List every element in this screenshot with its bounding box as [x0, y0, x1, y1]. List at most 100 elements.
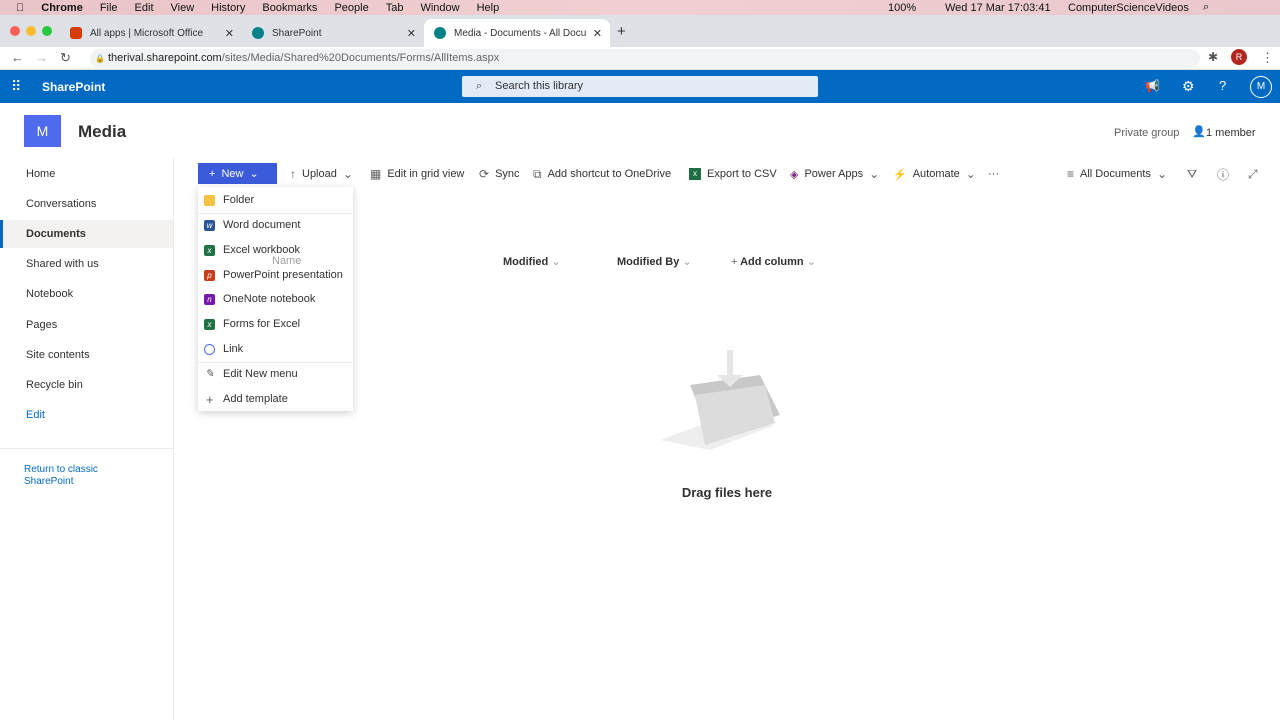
sharepoint-brand[interactable]: SharePoint: [42, 80, 105, 94]
user-avatar[interactable]: M: [1250, 76, 1272, 98]
menu-item-onenote[interactable]: n OneNote notebook: [198, 287, 353, 311]
export-csv-button[interactable]: x Export to CSV: [689, 166, 777, 182]
apple-icon[interactable]: : [16, 2, 24, 14]
modified-label: Modified: [503, 256, 549, 268]
tab-title: Media - Documents - All Docu: [454, 27, 587, 39]
expand-icon[interactable]: ⤢: [1248, 166, 1258, 182]
megaphone-icon[interactable]: 📢: [1145, 79, 1160, 93]
battery-status[interactable]: 100%: [888, 2, 916, 14]
modified-by-label: Modified By: [617, 256, 680, 268]
search-box[interactable]: ⌕ Search this library: [462, 76, 818, 97]
site-logo[interactable]: M: [24, 115, 61, 147]
tab-strip: All apps | Microsoft Office ✕ SharePoint ✕…: [0, 15, 1280, 47]
nav-pages[interactable]: Pages: [0, 311, 173, 339]
chevron-down-icon: ⌄: [249, 168, 259, 180]
edit-grid-button[interactable]: ▦ Edit in grid view: [370, 166, 464, 182]
globe-icon: [204, 343, 215, 355]
chevron-down-icon: ⌄: [869, 167, 880, 181]
view-selector[interactable]: ≡ All Documents ⌄: [1067, 166, 1167, 182]
column-modified-by[interactable]: Modified By ⌄: [617, 255, 692, 268]
automate-icon: ⚡: [893, 168, 907, 181]
info-icon[interactable]: ⓘ: [1217, 166, 1229, 182]
add-shortcut-button[interactable]: ⧉ Add shortcut to OneDrive: [533, 166, 671, 182]
back-button[interactable]: ←: [11, 50, 24, 65]
minimize-window-button[interactable]: [26, 26, 36, 36]
menu-label: OneNote notebook: [223, 293, 316, 305]
tab-sharepoint[interactable]: SharePoint ✕: [242, 19, 424, 47]
menu-view[interactable]: View: [171, 2, 195, 14]
close-tab-icon[interactable]: ✕: [407, 27, 416, 40]
new-button[interactable]: + New ⌄: [198, 163, 277, 184]
reload-button[interactable]: ↻: [60, 50, 71, 66]
zoom-window-button[interactable]: [42, 26, 52, 36]
nav-site-contents[interactable]: Site contents: [0, 341, 173, 369]
power-apps-button[interactable]: ◈ Power Apps ⌄: [790, 166, 879, 182]
nav-recycle-bin[interactable]: Recycle bin: [0, 371, 173, 399]
nav-home[interactable]: Home: [0, 160, 173, 188]
settings-icon[interactable]: ⚙: [1182, 78, 1195, 95]
menu-item-add-template[interactable]: + Add template: [198, 387, 353, 411]
chevron-down-icon: ⌄: [342, 167, 353, 181]
user-name[interactable]: ComputerScienceVideos: [1068, 2, 1189, 14]
add-column-label: Add column: [740, 256, 804, 268]
menu-window[interactable]: Window: [420, 2, 459, 14]
sync-icon: ⟳: [479, 167, 490, 181]
close-window-button[interactable]: [10, 26, 20, 36]
column-modified[interactable]: Modified ⌄: [503, 255, 561, 268]
help-icon[interactable]: ?: [1219, 78, 1226, 93]
export-label: Export to CSV: [707, 168, 777, 180]
folder-icon: [204, 194, 215, 206]
office-icon: [70, 27, 82, 39]
close-tab-icon[interactable]: ✕: [593, 27, 602, 40]
upload-button[interactable]: ↑ Upload ⌄: [290, 166, 353, 182]
menu-item-folder[interactable]: Folder: [198, 188, 353, 212]
upload-label: Upload: [302, 168, 337, 180]
close-tab-icon[interactable]: ✕: [225, 27, 234, 40]
members-link[interactable]: 1 member: [1206, 127, 1256, 139]
nav-documents[interactable]: Documents: [0, 220, 173, 248]
nav-notebook[interactable]: Notebook: [0, 280, 173, 308]
app-menu[interactable]: Chrome: [41, 2, 83, 14]
nav-conversations[interactable]: Conversations: [0, 190, 173, 218]
menu-edit[interactable]: Edit: [135, 2, 154, 14]
menu-label: Word document: [223, 219, 301, 231]
nav-shared-with-us[interactable]: Shared with us: [0, 250, 173, 278]
tab-media-documents[interactable]: Media - Documents - All Docu ✕: [424, 19, 610, 47]
menu-label: Forms for Excel: [223, 318, 301, 330]
menu-item-forms[interactable]: x Forms for Excel: [198, 312, 353, 336]
powerpoint-icon: p: [204, 269, 215, 281]
clock[interactable]: Wed 17 Mar 17:03:41: [945, 2, 1051, 14]
chevron-down-icon: ⌄: [806, 256, 816, 268]
new-label: New: [221, 167, 244, 180]
site-title[interactable]: Media: [78, 122, 126, 142]
menu-people[interactable]: People: [334, 2, 368, 14]
filter-icon[interactable]: ⛛: [1187, 166, 1197, 182]
power-apps-icon: ◈: [790, 168, 799, 181]
sync-button[interactable]: ⟳ Sync: [479, 166, 520, 182]
menu-help[interactable]: Help: [477, 2, 500, 14]
menu-history[interactable]: History: [211, 2, 245, 14]
url-field[interactable]: 🔒 therival.sharepoint.com/sites/Media/Sha…: [90, 49, 1200, 68]
url-path: /sites/Media/Shared%20Documents/Forms/Al…: [221, 52, 500, 64]
forward-button[interactable]: →: [35, 50, 48, 65]
menu-item-edit-new-menu[interactable]: ✎ Edit New menu: [198, 362, 353, 386]
add-column-button[interactable]: + Add column ⌄: [731, 255, 816, 268]
more-button[interactable]: ···: [988, 166, 999, 182]
column-name[interactable]: Name: [272, 255, 301, 267]
profile-avatar[interactable]: R: [1231, 49, 1247, 65]
menu-item-word[interactable]: w Word document: [198, 213, 353, 237]
menu-bookmarks[interactable]: Bookmarks: [262, 2, 317, 14]
new-tab-button[interactable]: +: [617, 23, 626, 40]
chrome-menu-icon[interactable]: ⋮: [1261, 50, 1274, 66]
nav-edit[interactable]: Edit: [0, 401, 173, 429]
menu-file[interactable]: File: [100, 2, 118, 14]
return-to-classic-link[interactable]: Return to classic SharePoint: [24, 464, 134, 488]
tab-office[interactable]: All apps | Microsoft Office ✕: [60, 19, 242, 47]
menu-item-link[interactable]: Link: [198, 337, 353, 361]
app-launcher-icon[interactable]: ⠿: [11, 78, 21, 95]
spotlight-icon[interactable]: ⌕: [1203, 1, 1209, 14]
automate-button[interactable]: ⚡ Automate ⌄: [893, 166, 976, 182]
extensions-icon[interactable]: ✱: [1208, 50, 1218, 64]
menu-label: Add template: [223, 393, 288, 405]
menu-tab[interactable]: Tab: [386, 2, 404, 14]
